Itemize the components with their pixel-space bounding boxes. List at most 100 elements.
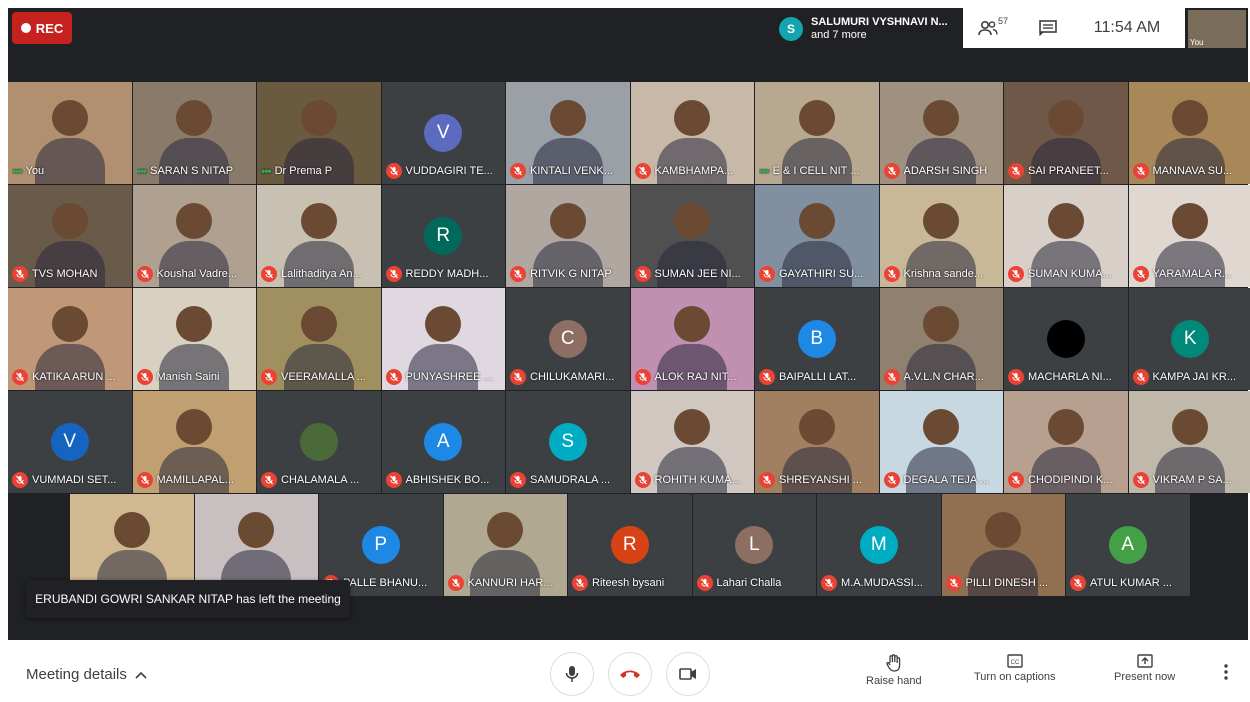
- participant-tile[interactable]: B BAIPALLI LAT...: [755, 288, 879, 390]
- participant-name-bar: M.A.MUDASSI...: [821, 574, 937, 592]
- participant-name-bar: PILLI DINESH ...: [945, 574, 1062, 592]
- participants-count: 57: [997, 16, 1008, 26]
- present-label: Present now: [1114, 671, 1176, 683]
- mic-off-icon: [510, 266, 526, 282]
- participant-tile[interactable]: ALOK RAJ NIT...: [630, 288, 754, 390]
- camera-button[interactable]: [666, 652, 710, 696]
- more-options-button[interactable]: [1224, 664, 1228, 685]
- participant-tile[interactable]: PUNYASHREE ...: [381, 288, 505, 390]
- participant-tile[interactable]: Koushal Vadre...: [132, 185, 256, 287]
- participant-tile[interactable]: KINTALI VENK...: [506, 82, 630, 184]
- mic-off-icon: [385, 472, 402, 488]
- top-controls: 57 11:54 AM: [963, 8, 1185, 48]
- participant-tile[interactable]: PILLI DINESH ...: [941, 494, 1065, 596]
- mic-off-icon: [385, 163, 402, 179]
- participant-tile[interactable]: SUMAN JEE NI...: [630, 185, 754, 287]
- participant-name-bar: GAYATHIRI SU...: [759, 265, 875, 283]
- participant-avatar: V: [424, 114, 463, 152]
- participant-name: KAMPA JAI KR...: [1152, 371, 1237, 383]
- participant-name: TVS MOHAN: [32, 268, 98, 280]
- participant-face: [798, 100, 835, 137]
- participant-tile[interactable]: CHODIPINDI K...: [1004, 391, 1128, 493]
- active-speaker-indicator[interactable]: S SALUMURI VYSHNAVI N... and 7 more: [773, 10, 963, 48]
- self-view-thumbnail[interactable]: You: [1188, 10, 1246, 48]
- meeting-details-button[interactable]: Meeting details: [26, 666, 147, 683]
- participant-tile[interactable]: A ABHISHEK BO...: [381, 391, 505, 493]
- captions-label: Turn on captions: [974, 671, 1056, 683]
- participant-tile[interactable]: A ATUL KUMAR ...: [1066, 494, 1190, 596]
- participant-name-bar: MAMILLAPAL...: [136, 471, 253, 489]
- present-button[interactable]: Present now: [1114, 654, 1175, 683]
- participant-avatar: [1046, 320, 1085, 358]
- top-bar: REC S SALUMURI VYSHNAVI N... and 7 more …: [8, 8, 1248, 54]
- participant-tile[interactable]: M M.A.MUDASSI...: [817, 494, 941, 596]
- participant-name: SUMAN JEE NI...: [654, 268, 741, 280]
- participant-name-bar: VUDDAGIRI TE...: [385, 162, 502, 180]
- participant-tile[interactable]: GAYATHIRI SU...: [755, 185, 879, 287]
- mic-off-icon: [12, 266, 28, 282]
- participant-tile[interactable]: ••• Dr Prema P: [257, 82, 381, 184]
- participant-tile[interactable]: K KAMPA JAI KR...: [1128, 288, 1250, 390]
- participant-face: [923, 203, 960, 240]
- participant-tile[interactable]: TVS MOHAN: [8, 185, 132, 287]
- participant-tile[interactable]: RITVIK G NITAP: [506, 185, 630, 287]
- participant-avatar: A: [424, 423, 463, 461]
- participant-tile[interactable]: Manish Saini: [132, 288, 256, 390]
- participant-tile[interactable]: ••• E & I CELL NIT ...: [755, 82, 879, 184]
- participant-tile[interactable]: MANNAVA SU...: [1128, 82, 1250, 184]
- participant-tile[interactable]: DEGALA TEJA ...: [879, 391, 1003, 493]
- participant-tile[interactable]: V VUDDAGIRI TE...: [381, 82, 505, 184]
- participant-face: [798, 409, 835, 446]
- participant-name: Dr Prema P: [274, 165, 333, 177]
- participant-tile[interactable]: R REDDY MADH...: [381, 185, 505, 287]
- participant-name-bar: BAIPALLI LAT...: [759, 368, 875, 386]
- participant-face: [1047, 409, 1084, 446]
- raise-hand-button[interactable]: Raise hand: [866, 654, 922, 687]
- participant-tile[interactable]: ••• SARAN S NITAP: [132, 82, 256, 184]
- participant-tile[interactable]: MACHARLA NI...: [1004, 288, 1128, 390]
- participant-face: [549, 203, 586, 240]
- participant-tile[interactable]: Lalithaditya An...: [257, 185, 381, 287]
- participant-tile[interactable]: C CHILUKAMARI...: [506, 288, 630, 390]
- hang-up-icon: [620, 670, 640, 678]
- participant-tile[interactable]: R Riteesh bysani: [568, 494, 692, 596]
- participant-tile[interactable]: S SAMUDRALA ...: [506, 391, 630, 493]
- participant-avatar: L: [735, 526, 774, 564]
- captions-button[interactable]: CC Turn on captions: [974, 654, 1056, 683]
- participant-grid: ••• You ••• SARAN S NITAP ••• Dr Prema P V VUDD…: [8, 82, 1250, 600]
- participant-tile[interactable]: YARAMALA R...: [1128, 185, 1250, 287]
- participant-tile[interactable]: KANNURI HAR...: [443, 494, 567, 596]
- participant-tile[interactable]: ROHITH KUMA...: [630, 391, 754, 493]
- participant-name-bar: DEGALA TEJA ...: [883, 471, 1000, 489]
- participant-tile[interactable]: VIKRAM P SA...: [1128, 391, 1250, 493]
- participant-face: [923, 306, 960, 343]
- participant-name-bar: TVS MOHAN: [12, 265, 128, 283]
- mic-off-icon: [634, 369, 651, 385]
- participant-tile[interactable]: SHREYANSHI ...: [755, 391, 879, 493]
- leave-call-button[interactable]: [608, 652, 652, 696]
- participant-name: SAMUDRALA ...: [530, 474, 611, 486]
- participant-tile[interactable]: CHALAMALA ...: [257, 391, 381, 493]
- participant-tile[interactable]: ••• You: [8, 82, 132, 184]
- participant-tile[interactable]: SAI PRANEET...: [1004, 82, 1128, 184]
- participant-tile[interactable]: KATIKA ARUN ...: [8, 288, 132, 390]
- participant-tile[interactable]: VEERAMALLA ...: [257, 288, 381, 390]
- participant-tile[interactable]: ADARSH SINGH: [879, 82, 1003, 184]
- participant-tile[interactable]: L Lahari Challa: [692, 494, 816, 596]
- participant-tile[interactable]: V VUMMADI SET...: [8, 391, 132, 493]
- participant-tile[interactable]: SUMAN KUMA...: [1004, 185, 1128, 287]
- participant-name-bar: VUMMADI SET...: [12, 471, 128, 489]
- participant-tile[interactable]: Krishna sande...: [879, 185, 1003, 287]
- hand-icon: [886, 654, 901, 672]
- chat-button[interactable]: [1023, 20, 1073, 36]
- mic-off-icon: [12, 369, 28, 385]
- participant-tile[interactable]: KAMBHAMPA...: [630, 82, 754, 184]
- speaker-name: SALUMURI VYSHNAVI N...: [811, 16, 948, 28]
- participant-name: MAMILLAPAL...: [156, 474, 234, 486]
- mic-off-icon: [1008, 266, 1024, 282]
- participants-button[interactable]: 57: [963, 16, 1023, 36]
- participant-tile[interactable]: MAMILLAPAL...: [132, 391, 256, 493]
- microphone-button[interactable]: [550, 652, 594, 696]
- participant-name: ATUL KUMAR ...: [1090, 577, 1172, 589]
- participant-tile[interactable]: A.V.L.N CHAR...: [879, 288, 1003, 390]
